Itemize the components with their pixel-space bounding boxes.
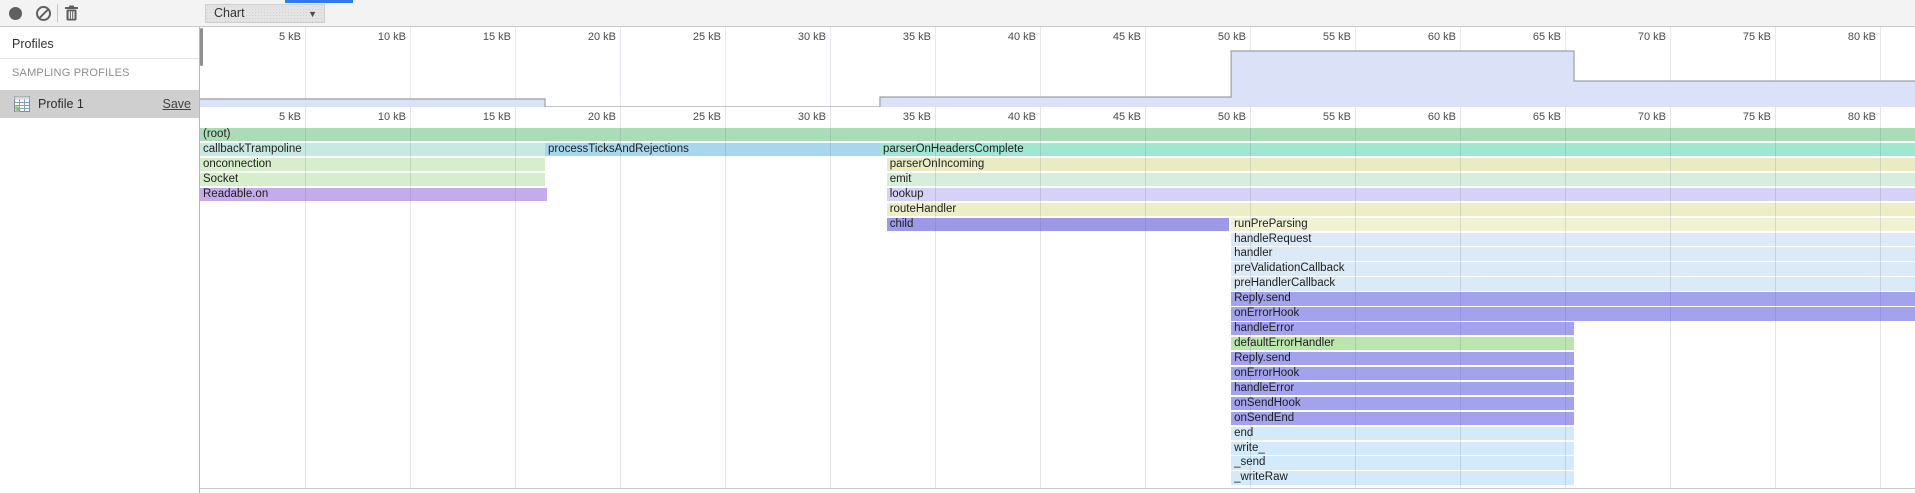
chevron-down-icon: ▼ <box>308 6 317 23</box>
overview-area-chart[interactable] <box>200 27 1915 107</box>
flame-ruler-label: 45 kB <box>1085 111 1141 123</box>
profiles-heading: Profiles <box>12 37 54 51</box>
flame-ruler-label: 50 kB <box>1190 111 1246 123</box>
flame-frame[interactable]: preHandlerCallback <box>1231 277 1915 290</box>
flame-ruler-label: 75 kB <box>1715 111 1771 123</box>
flame-frame[interactable]: onErrorHook <box>1231 307 1915 320</box>
flame-chart-rows[interactable]: (root) callbackTrampolineprocessTicksAndR… <box>200 128 1915 488</box>
flame-frame[interactable]: processTicksAndRejections <box>545 143 880 156</box>
pane-bottom-border <box>200 488 1915 489</box>
flame-frame[interactable]: Reply.send <box>1231 292 1915 305</box>
flame-frame[interactable]: onSendEnd <box>1231 412 1574 425</box>
clear-all-icon[interactable] <box>36 6 51 21</box>
svg-text:%: % <box>16 107 21 112</box>
flame-frame[interactable]: lookup <box>887 188 1915 201</box>
flame-frame[interactable]: Socket <box>200 173 545 186</box>
record-icon[interactable] <box>9 7 22 20</box>
flame-ruler-label: 5 kB <box>245 111 301 123</box>
trash-icon[interactable] <box>64 5 79 21</box>
flame-ruler-label: 80 kB <box>1820 111 1876 123</box>
profile-table-icon: % <box>14 96 30 112</box>
flame-ruler-label: 40 kB <box>980 111 1036 123</box>
flame-ruler-label: 35 kB <box>875 111 931 123</box>
flame-frame[interactable]: runPreParsing <box>1231 218 1915 231</box>
flame-frame[interactable]: (root) <box>200 128 1915 141</box>
flame-frame[interactable]: onconnection <box>200 158 545 171</box>
sidebar: Profiles SAMPLING PROFILES % Profile 1 S… <box>0 27 200 493</box>
flame-ruler-label: 20 kB <box>560 111 616 123</box>
flame-frame[interactable]: Readable.on <box>200 188 547 201</box>
save-profile-link[interactable]: Save <box>163 97 192 111</box>
sidebar-divider <box>0 58 199 59</box>
sidebar-item-profile-1[interactable]: % Profile 1 Save <box>0 90 199 118</box>
flame-frame[interactable]: handler <box>1231 247 1915 260</box>
flame-frame[interactable]: handleError <box>1231 382 1574 395</box>
sampling-profiles-section-label: SAMPLING PROFILES <box>12 67 130 79</box>
scrollbar-thumb[interactable] <box>200 28 203 66</box>
flame-frame[interactable]: handleError <box>1231 322 1574 335</box>
allocation-chart-pane[interactable]: (root) callbackTrampolineprocessTicksAndR… <box>200 27 1915 493</box>
flame-frame[interactable]: _send <box>1231 456 1574 469</box>
flame-ruler-label: 70 kB <box>1610 111 1666 123</box>
flame-frame[interactable]: Reply.send <box>1231 352 1574 365</box>
flame-frame[interactable]: child <box>887 218 1229 231</box>
profile-item-label: Profile 1 <box>38 97 84 111</box>
flame-frame[interactable]: emit <box>887 173 1915 186</box>
flame-frame[interactable]: onSendHook <box>1231 397 1574 410</box>
flame-frame[interactable]: callbackTrampoline <box>200 143 545 156</box>
chart-view-select[interactable]: Chart ▼ <box>205 4 325 23</box>
active-tab-indicator <box>285 0 353 3</box>
flame-ruler-label: 65 kB <box>1505 111 1561 123</box>
flame-frame[interactable]: _writeRaw <box>1231 471 1574 484</box>
flame-frame[interactable]: onErrorHook <box>1231 367 1574 380</box>
flame-frame[interactable]: handleRequest <box>1231 233 1915 246</box>
flame-frame[interactable]: parserOnHeadersComplete <box>880 143 1915 156</box>
flame-ruler-label: 30 kB <box>770 111 826 123</box>
toolbar-divider <box>57 4 58 22</box>
flame-ruler-label: 10 kB <box>350 111 406 123</box>
flame-ruler-label: 25 kB <box>665 111 721 123</box>
memory-profiler-panel: Chart ▼ Profiles SAMPLING PROFILES % Pro… <box>0 0 1915 493</box>
chart-view-select-value: Chart <box>214 6 245 20</box>
flame-frame[interactable]: write_ <box>1231 442 1574 455</box>
flame-ruler-label: 15 kB <box>455 111 511 123</box>
flame-ruler-label: 60 kB <box>1400 111 1456 123</box>
flame-frame[interactable]: parserOnIncoming <box>887 158 1915 171</box>
flame-frame[interactable]: end <box>1231 427 1574 440</box>
flame-frame[interactable]: routeHandler <box>887 203 1915 216</box>
flame-frame[interactable]: preValidationCallback <box>1231 262 1915 275</box>
toolbar: Chart ▼ <box>0 0 1915 27</box>
flame-frame[interactable]: defaultErrorHandler <box>1231 337 1574 350</box>
flame-ruler-label: 55 kB <box>1295 111 1351 123</box>
